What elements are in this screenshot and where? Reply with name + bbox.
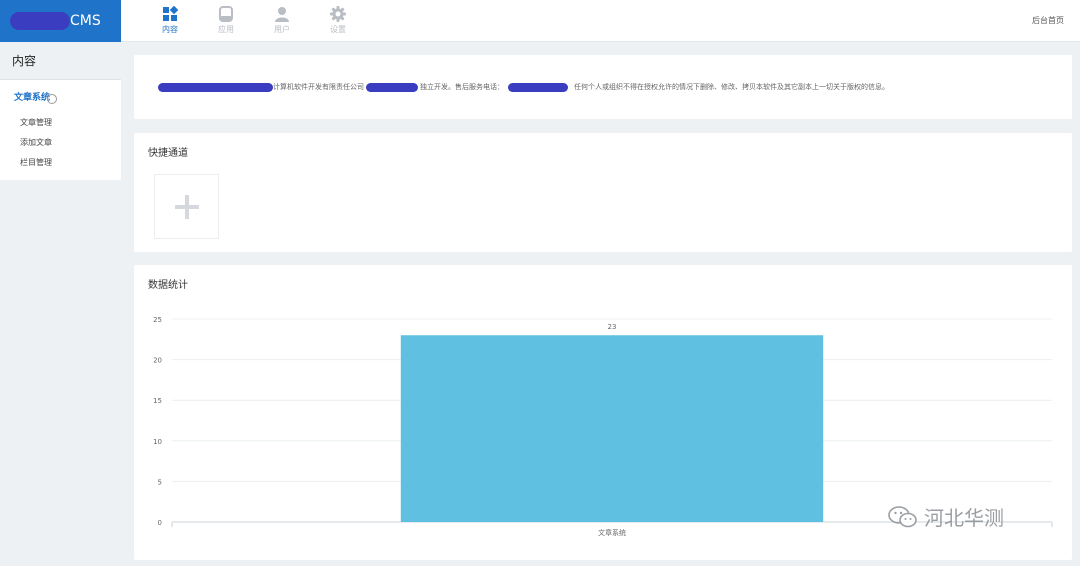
brand-text: CMS <box>70 13 101 29</box>
sidebar-item-column-manage[interactable]: 栏目管理 <box>0 154 121 174</box>
plus-icon <box>174 194 199 219</box>
y-tick-label: 20 <box>153 357 162 365</box>
nav-item-label: 用户 <box>274 25 290 34</box>
chart-bar <box>400 335 824 522</box>
gear-icon <box>330 6 346 22</box>
notice-segment: 任何个人或组织不得在授权允许的情况下删除、修改、拷贝本软件及其它副本上一切关于版… <box>574 83 889 91</box>
sidebar: 内容 文章系统 文章管理 添加文章 栏目管理 <box>0 42 121 566</box>
cursor-indicator <box>47 94 57 104</box>
redacted-company <box>158 82 273 92</box>
nav-item-label: 设置 <box>330 25 346 34</box>
redacted-name <box>366 82 418 92</box>
watermark-text: 河北华测 <box>924 506 1004 530</box>
top-bar: CMS 内容 应用 用户 设置 后台首页 <box>0 0 1080 42</box>
bar-data-label: 23 <box>608 323 617 331</box>
y-tick-label: 25 <box>153 316 162 324</box>
nav-item-settings[interactable]: 设置 <box>310 0 366 42</box>
sidebar-item-add-article[interactable]: 添加文章 <box>0 134 121 154</box>
brand-logo[interactable]: CMS <box>0 0 121 42</box>
user-icon <box>275 7 289 22</box>
admin-home-link[interactable]: 后台首页 <box>1032 15 1064 26</box>
nav-item-label: 内容 <box>162 25 178 34</box>
app-icon <box>219 6 233 22</box>
sidebar-group-label: 文章系统 <box>14 93 51 103</box>
nav-item-apps[interactable]: 应用 <box>198 0 254 42</box>
nav-item-content[interactable]: 内容 <box>142 0 198 42</box>
quick-access-card: 快捷通道 <box>134 133 1072 252</box>
x-tick-label: 文章系统 <box>598 528 626 537</box>
watermark: 河北华测 <box>888 502 1004 531</box>
copyright-notice-card: 计算机软件开发有限责任公司 独立开发。售后服务电话： 任何个人或组织不得在授权允… <box>134 55 1072 119</box>
sidebar-menu: 文章系统 文章管理 添加文章 栏目管理 <box>0 80 121 180</box>
sidebar-item-article-manage[interactable]: 文章管理 <box>0 114 121 134</box>
sidebar-group-article-system[interactable]: 文章系统 <box>0 80 121 114</box>
sidebar-title: 内容 <box>0 42 121 80</box>
add-shortcut-button[interactable] <box>154 174 219 239</box>
y-tick-label: 5 <box>158 478 162 486</box>
copyright-notice: 计算机软件开发有限责任公司 独立开发。售后服务电话： 任何个人或组织不得在授权允… <box>158 80 889 94</box>
redacted-brand-mark <box>10 12 70 30</box>
wechat-icon <box>888 505 917 527</box>
quick-access-title: 快捷通道 <box>148 148 188 159</box>
nav-item-label: 应用 <box>218 25 234 34</box>
y-tick-label: 10 <box>153 438 162 446</box>
top-nav: 内容 应用 用户 设置 <box>142 0 366 42</box>
notice-segment: 独立开发。售后服务电话： <box>420 83 504 91</box>
notice-segment: 计算机软件开发有限责任公司 <box>273 83 364 91</box>
grid-icon <box>163 6 178 21</box>
redacted-phone <box>508 82 568 92</box>
nav-item-users[interactable]: 用户 <box>254 0 310 42</box>
y-tick-label: 0 <box>158 519 162 527</box>
y-tick-label: 15 <box>153 397 162 405</box>
